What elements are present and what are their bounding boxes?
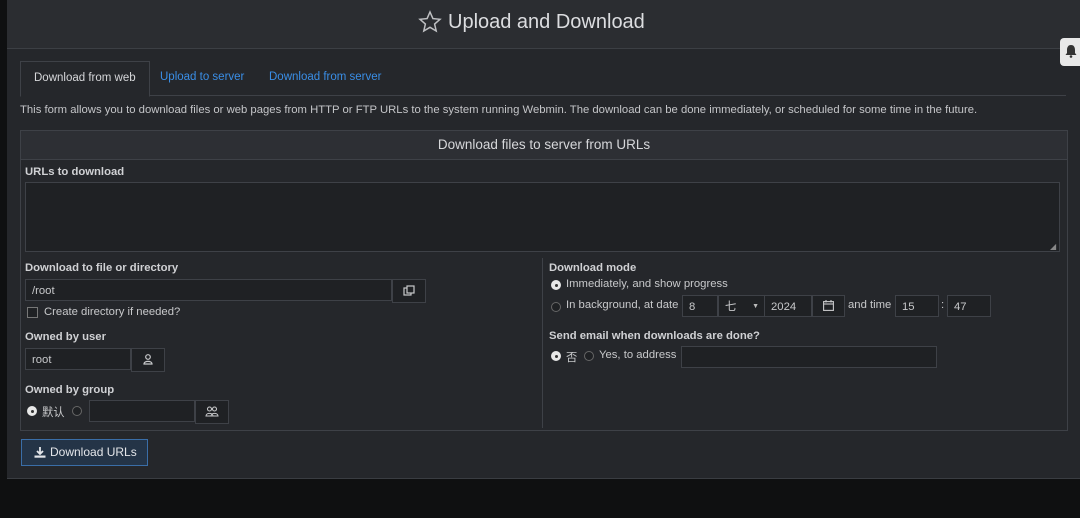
email-yes-radio[interactable] <box>584 351 594 361</box>
form-heading: Download files to server from URLs <box>21 131 1067 160</box>
create-directory-checkbox[interactable] <box>27 307 38 318</box>
page-title: Upload and Download <box>448 11 645 33</box>
bell-icon <box>1065 45 1077 58</box>
group-icon <box>205 406 219 417</box>
urls-label: URLs to download <box>25 166 125 178</box>
group-default-label: 默认 <box>42 407 65 419</box>
resize-grip-icon[interactable]: ◢ <box>1050 242 1056 251</box>
user-icon <box>143 354 153 365</box>
mode-background-label: In background, at date <box>566 299 679 311</box>
time-minute-input[interactable]: 47 <box>947 295 991 317</box>
urls-textarea[interactable] <box>25 182 1060 252</box>
date-year-input[interactable]: 2024 <box>764 295 812 317</box>
date-day-input[interactable]: 8 <box>682 295 718 317</box>
date-month-select[interactable]: 七 ▼ <box>718 295 766 317</box>
column-divider <box>542 258 543 428</box>
and-time-label: and time <box>848 299 892 311</box>
copy-icon <box>403 285 415 296</box>
date-month-value: 七 <box>725 301 737 313</box>
mode-label: Download mode <box>549 262 637 274</box>
calendar-button[interactable] <box>812 295 845 317</box>
email-no-label: 否 <box>566 352 578 364</box>
create-directory-label: Create directory if needed? <box>44 306 181 318</box>
tab-download-from-server[interactable]: Download from server <box>256 61 394 94</box>
email-no-radio[interactable] <box>551 351 561 361</box>
group-input[interactable] <box>89 400 195 422</box>
user-chooser-button[interactable] <box>131 348 165 372</box>
tab-download-from-web[interactable]: Download from web <box>20 61 150 97</box>
form-description: This form allows you to download files o… <box>20 104 978 116</box>
download-urls-label: Download URLs <box>50 445 137 459</box>
email-label: Send email when downloads are done? <box>549 330 760 342</box>
main-panel: Upload and Download Download from web Up… <box>7 0 1080 479</box>
download-icon <box>34 447 46 458</box>
group-default-radio[interactable] <box>27 406 37 416</box>
star-icon[interactable] <box>418 10 442 34</box>
time-hour-input[interactable]: 15 <box>895 295 939 317</box>
mode-immediate-label: Immediately, and show progress <box>566 278 728 290</box>
group-chooser-button[interactable] <box>195 400 229 424</box>
calendar-icon <box>823 300 834 311</box>
tab-upload-to-server[interactable]: Upload to server <box>147 61 257 94</box>
email-yes-label: Yes, to address <box>599 349 677 361</box>
download-form: Download files to server from URLs URLs … <box>20 130 1068 431</box>
file-chooser-button[interactable] <box>392 279 426 303</box>
group-custom-radio[interactable] <box>72 406 82 416</box>
dest-label: Download to file or directory <box>25 262 179 274</box>
dest-input[interactable]: /root <box>25 279 392 301</box>
download-urls-button[interactable]: Download URLs <box>21 439 148 466</box>
group-label: Owned by group <box>25 384 115 396</box>
title-bar: Upload and Download <box>7 0 1080 49</box>
user-input[interactable]: root <box>25 348 131 370</box>
user-label: Owned by user <box>25 331 106 343</box>
mode-background-radio[interactable] <box>551 302 561 312</box>
email-address-input[interactable] <box>681 346 937 368</box>
chevron-down-icon: ▼ <box>752 303 759 310</box>
time-colon: : <box>941 299 945 311</box>
tab-bar: Download from web Upload to server Downl… <box>20 61 1066 97</box>
mode-immediate-radio[interactable] <box>551 280 561 290</box>
